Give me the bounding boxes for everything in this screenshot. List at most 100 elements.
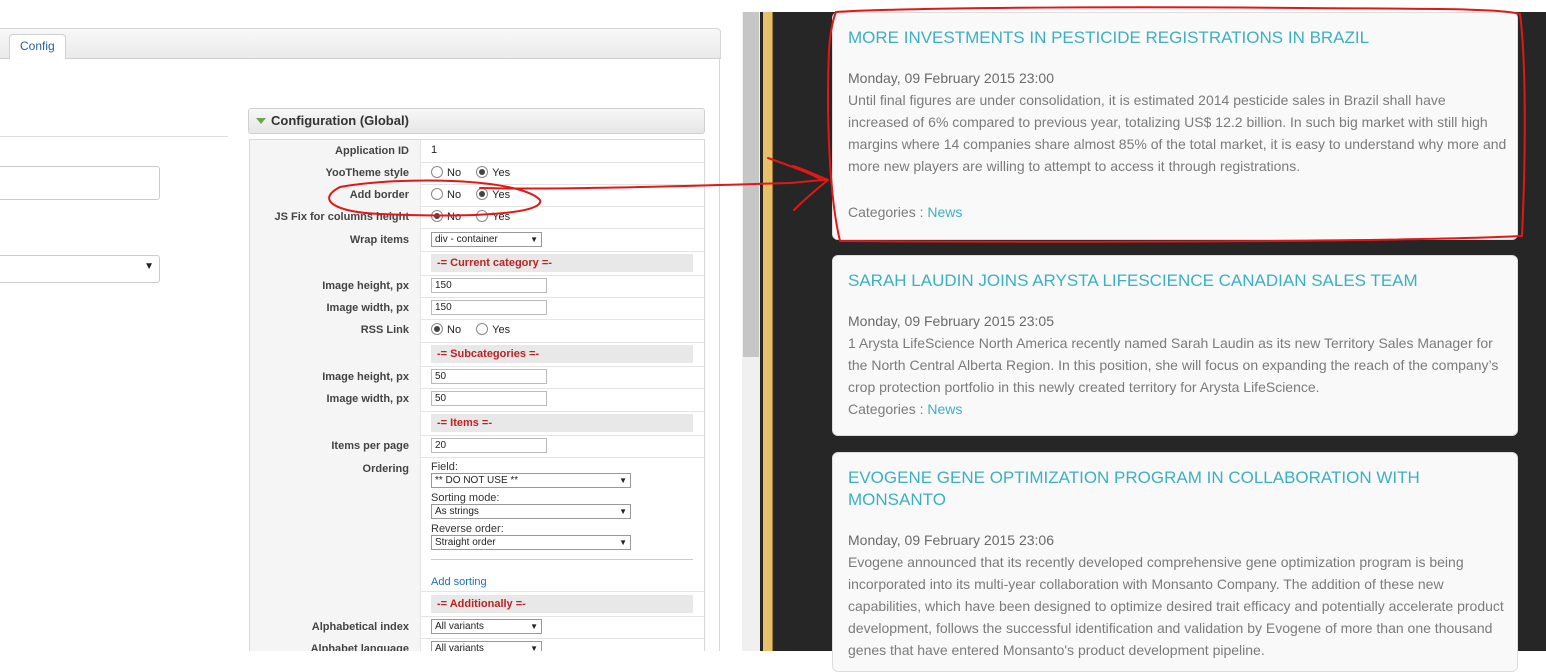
scrollbar-thumb[interactable]: [743, 12, 759, 357]
sc-image-width-input[interactable]: 50: [431, 391, 547, 406]
article-date: Monday, 09 February 2015 23:06: [848, 532, 1054, 548]
form-row-section: -= Current category =-: [250, 251, 704, 276]
form-row-section: -= Additionally =-: [250, 591, 704, 617]
select-dropdown[interactable]: ▼: [0, 255, 160, 283]
add-sorting-link[interactable]: Add sorting: [431, 576, 487, 588]
divider: [0, 136, 228, 137]
config-form: Application ID 1 YooTheme style No Yes A…: [249, 139, 705, 651]
alpha-index-label: Alphabetical index: [311, 621, 409, 633]
decorative-border: [763, 12, 773, 651]
sorting-mode-label: Sorting mode:: [431, 492, 500, 504]
yootheme-yes-radio[interactable]: Yes: [476, 166, 510, 179]
rss-link-label: RSS Link: [360, 324, 409, 336]
form-row-items-per-page: Items per page 20: [250, 435, 704, 458]
rss-no-radio[interactable]: No: [431, 323, 461, 336]
article-card: EVOGENE GENE OPTIMIZATION PROGRAM IN COL…: [832, 452, 1518, 672]
app-id-label: Application ID: [335, 145, 409, 157]
collapse-triangle-icon: [256, 118, 266, 124]
form-row-sc-image-width: Image width, px 50: [250, 388, 704, 412]
chevron-down-icon: ▼: [619, 507, 627, 516]
js-fix-yes-radio[interactable]: Yes: [476, 210, 510, 223]
chevron-down-icon: ▼: [530, 235, 538, 244]
config-section-header[interactable]: Configuration (Global): [248, 108, 705, 134]
form-row-rss: RSS Link No Yes: [250, 319, 704, 343]
chevron-down-icon: ▼: [619, 476, 627, 485]
alpha-language-label: Alphabet language: [310, 643, 409, 651]
text-input[interactable]: [0, 166, 160, 200]
alpha-language-select[interactable]: All variants ▼: [431, 641, 542, 651]
form-row-ordering: Ordering Field: ** DO NOT USE ** ▼ Sortin…: [250, 457, 704, 592]
reverse-order-label: Reverse order:: [431, 523, 504, 535]
categories-label: Categories :: [848, 401, 924, 417]
section-additionally: -= Additionally =-: [431, 595, 693, 613]
add-border-yes-radio[interactable]: Yes: [476, 188, 510, 201]
panel-border: [719, 57, 720, 651]
add-border-label: Add border: [349, 189, 409, 201]
form-row-js-fix: JS Fix for columns height No Yes: [250, 206, 704, 229]
sc-image-height-label: Image height, px: [322, 371, 409, 383]
tab-bar: Config: [0, 28, 721, 59]
js-fix-label: JS Fix for columns height: [274, 211, 409, 223]
form-row-add-border: Add border No Yes: [250, 184, 704, 207]
form-row-sc-image-height: Image height, px 50: [250, 366, 704, 389]
wrap-items-label: Wrap items: [349, 234, 409, 246]
cc-image-width-label: Image width, px: [326, 302, 409, 314]
app-id-value: 1: [431, 144, 438, 156]
form-row-section: -= Subcategories =-: [250, 342, 704, 367]
form-row-alpha-index: Alphabetical index All variants ▼: [250, 616, 704, 639]
alpha-index-select[interactable]: All variants ▼: [431, 619, 542, 634]
categories-label: Categories :: [848, 204, 924, 220]
wrap-items-select[interactable]: div - container ▼: [431, 232, 542, 247]
sc-image-width-label: Image width, px: [326, 393, 409, 405]
article-body: Until final figures are under consolidat…: [848, 92, 1507, 174]
article-date: Monday, 09 February 2015 23:00: [848, 70, 1054, 86]
scrollbar[interactable]: [742, 12, 760, 651]
article-title[interactable]: MORE INVESTMENTS IN PESTICIDE REGISTRATI…: [848, 27, 1488, 49]
cc-image-height-input[interactable]: 150: [431, 278, 547, 293]
section-current-category: -= Current category =-: [431, 254, 693, 272]
section-items: -= Items =-: [431, 414, 693, 432]
form-row-wrap-items: Wrap items div - container ▼: [250, 228, 704, 252]
cc-image-height-label: Image height, px: [322, 280, 409, 292]
reverse-order-select[interactable]: Straight order ▼: [431, 535, 631, 550]
sc-image-height-input[interactable]: 50: [431, 369, 547, 384]
chevron-down-icon: ▼: [530, 644, 538, 651]
yootheme-no-radio[interactable]: No: [431, 166, 461, 179]
category-link[interactable]: News: [927, 204, 962, 220]
form-row-yootheme: YooTheme style No Yes: [250, 162, 704, 185]
form-row-section: -= Items =-: [250, 411, 704, 436]
chevron-down-icon: ▼: [144, 261, 154, 272]
form-row-app-id: Application ID 1: [250, 140, 704, 163]
article-categories: Categories : News: [848, 204, 962, 220]
article-title[interactable]: SARAH LAUDIN JOINS ARYSTA LIFESCIENCE CA…: [848, 270, 1488, 292]
field-select[interactable]: ** DO NOT USE ** ▼: [431, 473, 631, 488]
tab-config[interactable]: Config: [9, 34, 66, 59]
admin-panel: Config ▼ Configuration (Global) Applicat…: [0, 0, 740, 651]
article-body: 1 Arysta LifeScience North America recen…: [848, 335, 1499, 395]
form-row-cc-image-width: Image width, px 150: [250, 297, 704, 320]
config-section-title: Configuration (Global): [271, 113, 409, 128]
article-title[interactable]: EVOGENE GENE OPTIMIZATION PROGRAM IN COL…: [848, 467, 1488, 511]
sorting-mode-select[interactable]: As strings ▼: [431, 504, 631, 519]
article-card: MORE INVESTMENTS IN PESTICIDE REGISTRATI…: [832, 12, 1518, 240]
items-per-page-input[interactable]: 20: [431, 438, 547, 453]
chevron-down-icon: ▼: [530, 622, 538, 631]
article-card: SARAH LAUDIN JOINS ARYSTA LIFESCIENCE CA…: [832, 255, 1518, 436]
cc-image-width-input[interactable]: 150: [431, 300, 547, 315]
category-link[interactable]: News: [927, 401, 962, 417]
article-date: Monday, 09 February 2015 23:05: [848, 313, 1054, 329]
items-per-page-label: Items per page: [331, 440, 409, 452]
yootheme-label: YooTheme style: [325, 167, 409, 179]
divider: [431, 559, 693, 560]
form-row-alpha-language: Alphabet language All variants ▼: [250, 638, 704, 651]
section-subcategories: -= Subcategories =-: [431, 345, 693, 363]
article-body: Evogene announced that its recently deve…: [848, 554, 1504, 658]
form-row-cc-image-height: Image height, px 150: [250, 275, 704, 298]
field-label: Field:: [431, 461, 458, 473]
js-fix-no-radio[interactable]: No: [431, 210, 461, 223]
add-border-no-radio[interactable]: No: [431, 188, 461, 201]
chevron-down-icon: ▼: [619, 538, 627, 547]
rss-yes-radio[interactable]: Yes: [476, 323, 510, 336]
article-categories: Categories : News: [848, 401, 962, 417]
ordering-label: Ordering: [362, 463, 409, 475]
